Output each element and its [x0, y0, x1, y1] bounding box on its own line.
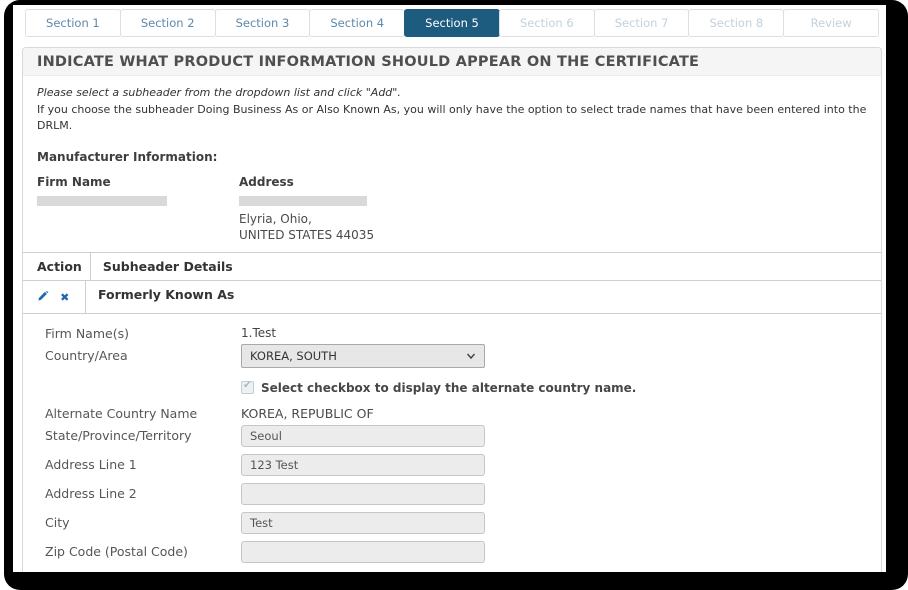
address-line-1-label: Address Line 1: [45, 457, 241, 472]
section-5-panel: INDICATE WHAT PRODUCT INFORMATION SHOULD…: [22, 47, 882, 572]
tab-section-8: Section 8: [688, 9, 784, 37]
page: Section 1 Section 2 Section 3 Section 4 …: [13, 5, 886, 572]
details-column-header: Subheader Details: [91, 253, 881, 280]
edit-pencil-icon[interactable]: [37, 288, 49, 307]
screenshot-frame: Section 1 Section 2 Section 3 Section 4 …: [4, 0, 908, 590]
row-actions: ✖: [23, 281, 86, 313]
tab-section-2[interactable]: Section 2: [120, 9, 216, 37]
table-row: ✖ Formerly Known As: [23, 281, 881, 314]
tab-section-4[interactable]: Section 4: [309, 9, 405, 37]
alternate-country-checkbox[interactable]: [241, 381, 254, 394]
subheader-table-header: Action Subheader Details: [23, 253, 881, 281]
address-country-line: UNITED STATES 44035: [239, 227, 374, 243]
tab-section-3[interactable]: Section 3: [215, 9, 311, 37]
chevron-down-icon: [466, 351, 476, 361]
delete-x-icon[interactable]: ✖: [60, 292, 69, 303]
manufacturer-heading: Manufacturer Information:: [37, 150, 867, 164]
firm-names-value: 1.Test: [241, 326, 276, 340]
tab-section-6: Section 6: [499, 9, 595, 37]
firm-name-label: Firm Name: [37, 175, 239, 189]
page-title: INDICATE WHAT PRODUCT INFORMATION SHOULD…: [23, 48, 881, 76]
subheader-table: Action Subheader Details ✖ Formerly Know…: [23, 252, 881, 572]
alternate-country-value: KOREA, REPUBLIC OF: [241, 406, 374, 421]
zip-code-label: Zip Code (Postal Code): [45, 544, 241, 559]
tab-review: Review: [783, 9, 879, 37]
city-label: City: [45, 515, 241, 530]
firm-name-redacted-value: [37, 196, 167, 206]
address-column: Address Elyria, Ohio, UNITED STATES 4403…: [239, 175, 374, 243]
city-input[interactable]: [241, 512, 485, 534]
address-line-2-input[interactable]: [241, 483, 485, 505]
manufacturer-info: Firm Name Address Elyria, Ohio, UNITED S…: [37, 175, 867, 243]
alternate-country-checkbox-label: Select checkbox to display the alternate…: [261, 381, 636, 395]
address-city-line: Elyria, Ohio,: [239, 211, 374, 227]
instruction-line-1: Please select a subheader from the dropd…: [37, 85, 867, 102]
address-line-2-label: Address Line 2: [45, 486, 241, 501]
alternate-country-label: Alternate Country Name: [45, 406, 241, 421]
section-tabbar: Section 1 Section 2 Section 3 Section 4 …: [25, 9, 878, 37]
tab-section-5[interactable]: Section 5: [404, 9, 500, 37]
tab-section-7: Section 7: [594, 9, 690, 37]
row-subheader-name: Formerly Known As: [86, 281, 881, 313]
subheader-detail: Firm Name(s) 1.Test Country/Area KOREA, …: [23, 314, 881, 572]
country-area-selected-value: KOREA, SOUTH: [250, 349, 337, 363]
country-area-select[interactable]: KOREA, SOUTH: [241, 344, 485, 368]
tab-section-1[interactable]: Section 1: [25, 9, 121, 37]
state-province-label: State/Province/Territory: [45, 428, 241, 443]
firm-names-label: Firm Name(s): [45, 326, 241, 341]
instruction-line-2: If you choose the subheader Doing Busine…: [37, 102, 867, 135]
address-label: Address: [239, 175, 374, 189]
firm-name-column: Firm Name: [37, 175, 239, 243]
address-lines: Elyria, Ohio, UNITED STATES 44035: [239, 211, 374, 243]
address-redacted-value: [239, 196, 367, 206]
action-column-header: Action: [23, 253, 91, 280]
country-area-label: Country/Area: [45, 348, 241, 363]
instructions: Please select a subheader from the dropd…: [23, 76, 881, 135]
zip-code-input[interactable]: [241, 541, 485, 563]
address-line-1-input[interactable]: [241, 454, 485, 476]
state-province-input[interactable]: [241, 425, 485, 447]
